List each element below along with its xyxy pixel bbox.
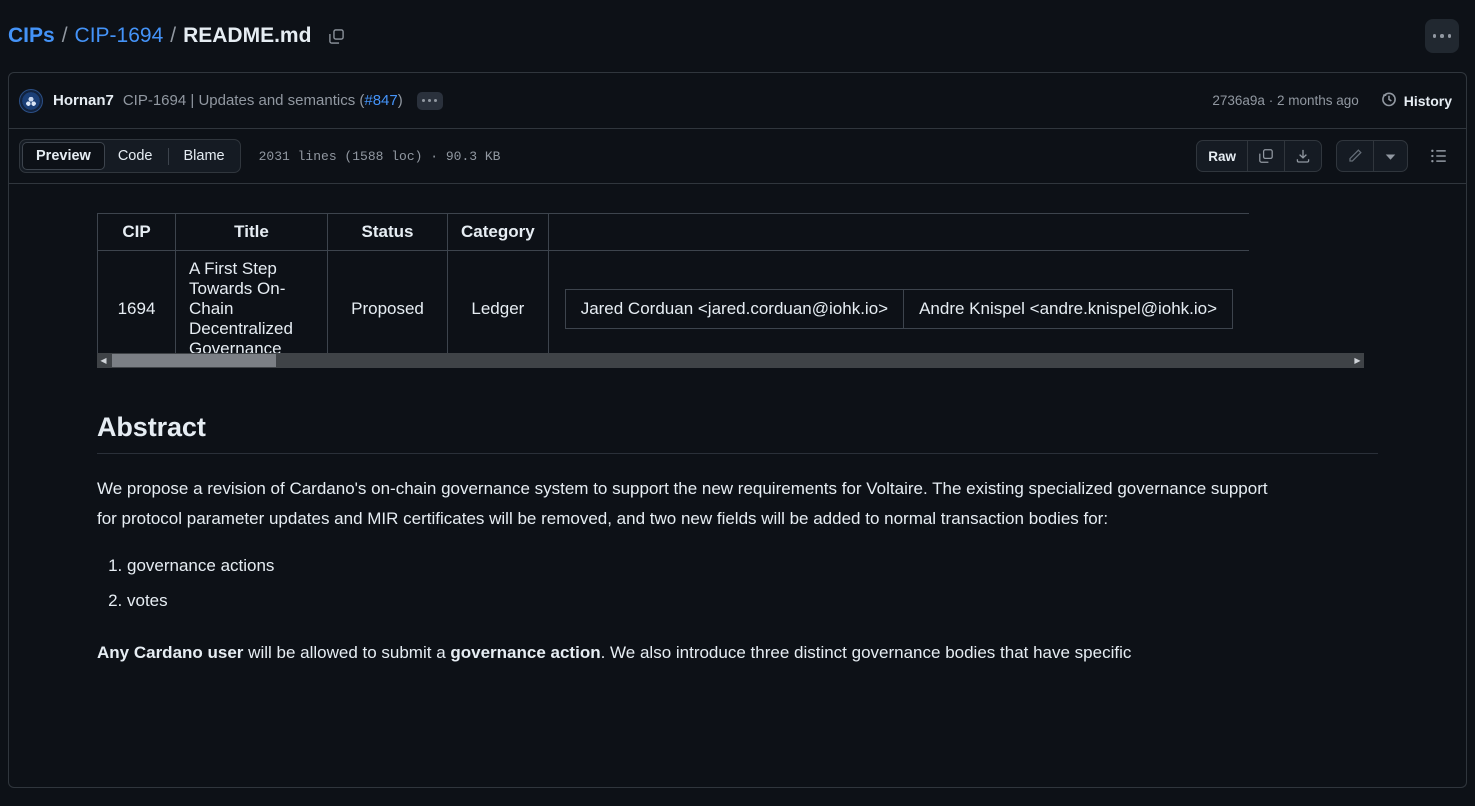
scrollbar-thumb[interactable]	[112, 354, 276, 367]
commit-message-suffix: )	[397, 92, 403, 109]
commit-message-prefix: CIP-1694 | Updates and semantics (	[122, 92, 365, 109]
dot-1	[1432, 34, 1437, 38]
abstract-paragraph: We propose a revision of Cardano's on-ch…	[97, 479, 1268, 528]
dot-1	[422, 99, 426, 102]
page-title: Abstract	[97, 412, 1378, 454]
commit-sha[interactable]: 2736a9a	[1212, 93, 1265, 108]
list-item: votes	[127, 583, 1378, 618]
closing-bold-1: Any Cardano user	[97, 643, 244, 662]
closing-paragraph: Any Cardano user will be allowed to subm…	[97, 638, 1292, 668]
markdown-table-scroll-region[interactable]: CIP Title Status Category 1694 A First S…	[97, 213, 1368, 368]
table-head: CIP Title Status Category	[97, 213, 1250, 251]
commit-meta-separator: ·	[1268, 93, 1274, 108]
authors-table: Jared Corduan <jared.corduan@iohk.io> An…	[564, 289, 1234, 329]
author-cell-2: Andre Knispel <andre.knispel@iohk.io>	[903, 289, 1234, 329]
breadcrumb: CIPs / CIP-1694 / README.md	[8, 23, 349, 49]
table-row: 1694 A First Step Towards On-Chain Decen…	[97, 250, 1250, 368]
cell-category: Ledger	[447, 250, 549, 368]
authors-row: Jared Corduan <jared.corduan@iohk.io> An…	[564, 289, 1234, 329]
latest-commit-bar: Hornan7 CIP-1694 | Updates and semantics…	[8, 72, 1467, 129]
tab-preview[interactable]: Preview	[22, 142, 105, 170]
expand-commit-message-button[interactable]	[416, 91, 443, 110]
breadcrumb-row: CIPs / CIP-1694 / README.md	[0, 0, 1475, 72]
column-header-category: Category	[447, 213, 549, 251]
cell-status: Proposed	[327, 250, 448, 368]
copy-raw-icon[interactable]	[1248, 141, 1285, 171]
breadcrumb-folder-link[interactable]: CIP-1694	[75, 23, 164, 48]
dot-2	[428, 99, 432, 102]
cell-cip: 1694	[97, 250, 176, 368]
commit-sha-and-time: 2736a9a · 2 months ago	[1212, 93, 1358, 108]
breadcrumb-separator: /	[61, 24, 68, 48]
markdown-content: CIP Title Status Category 1694 A First S…	[8, 184, 1467, 788]
dot-3	[1447, 34, 1452, 38]
view-mode-tabs: Preview Code Blame	[19, 139, 241, 173]
more-options-button[interactable]	[1425, 19, 1459, 53]
abstract-list: governance actions votes	[97, 548, 1378, 618]
closing-bold-2: governance action	[450, 643, 601, 662]
tab-blame[interactable]: Blame	[171, 142, 238, 170]
scrollbar-track[interactable]	[110, 353, 1351, 368]
cip-metadata-table: CIP Title Status Category 1694 A First S…	[97, 213, 1250, 368]
history-label: History	[1403, 92, 1452, 109]
column-header-authors	[547, 213, 1250, 251]
scroll-left-arrow-icon[interactable]: ◀	[97, 353, 110, 368]
pencil-edit-icon[interactable]	[1337, 141, 1374, 171]
commit-author-link[interactable]: Hornan7	[53, 92, 114, 109]
dot-3	[434, 99, 438, 102]
commit-relative-time: 2 months ago	[1276, 93, 1359, 108]
file-size-meta: 2031 lines (1588 loc) · 90.3 KB	[258, 148, 501, 164]
breadcrumb-repo-link[interactable]: CIPs	[8, 23, 55, 48]
scroll-right-arrow-icon[interactable]: ▶	[1351, 353, 1364, 368]
chevron-down-icon[interactable]	[1374, 141, 1407, 171]
tab-code[interactable]: Code	[105, 142, 166, 170]
breadcrumb-current-file: README.md	[183, 24, 312, 48]
commit-message: CIP-1694 | Updates and semantics (#847)	[123, 92, 403, 109]
copy-path-icon[interactable]	[323, 23, 349, 49]
raw-button[interactable]: Raw	[1197, 141, 1248, 171]
file-preview-page: CIPs / CIP-1694 / README.md Hornan7 CIP-…	[0, 0, 1475, 806]
tab-divider	[167, 147, 169, 165]
closing-tail: . We also introduce three distinct gover…	[600, 643, 1132, 662]
edit-group	[1336, 140, 1408, 172]
clock-history-icon	[1381, 91, 1397, 110]
cell-authors: Jared Corduan <jared.corduan@iohk.io> An…	[547, 250, 1250, 368]
commit-pr-link[interactable]: #847	[364, 92, 397, 109]
column-header-title: Title	[175, 213, 328, 251]
cell-title: A First Step Towards On-Chain Decentrali…	[175, 250, 328, 368]
column-header-cip: CIP	[97, 213, 176, 251]
history-link[interactable]: History	[1381, 91, 1452, 110]
list-item: governance actions	[127, 548, 1378, 583]
table-header-row: CIP Title Status Category	[97, 213, 1250, 251]
file-toolbar: Preview Code Blame 2031 lines (1588 loc)…	[8, 129, 1467, 184]
author-cell-1: Jared Corduan <jared.corduan@iohk.io>	[564, 289, 905, 329]
dot-2	[1440, 34, 1444, 38]
table-horizontal-scrollbar[interactable]: ◀ ▶	[97, 353, 1364, 368]
table-body: 1694 A First Step Towards On-Chain Decen…	[97, 250, 1250, 368]
column-header-status: Status	[327, 213, 448, 251]
download-icon[interactable]	[1285, 141, 1321, 171]
symbols-outline-icon[interactable]	[1424, 141, 1454, 171]
author-avatar[interactable]	[19, 88, 43, 113]
breadcrumb-separator-2: /	[170, 24, 177, 48]
closing-mid-1: will be allowed to submit a	[243, 643, 451, 662]
raw-copy-download-group: Raw	[1196, 140, 1322, 172]
